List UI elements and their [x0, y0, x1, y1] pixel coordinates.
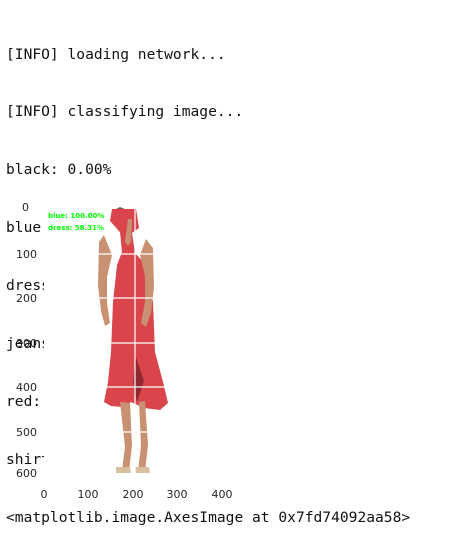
- x-tick-400: 400: [212, 488, 233, 501]
- y-tick-300: 300: [16, 337, 37, 350]
- overlay-prediction-dress: dress: 58.31%: [48, 224, 104, 232]
- x-tick-0: 0: [41, 488, 48, 501]
- console-line-3: black: 0.00%: [6, 161, 112, 179]
- x-tick-300: 300: [167, 488, 188, 501]
- console-line-2: [INFO] classifying image...: [6, 103, 244, 121]
- y-tick-100: 100: [16, 248, 37, 261]
- y-tick-200: 200: [16, 292, 37, 305]
- x-tick-200: 200: [123, 488, 144, 501]
- left-shoe: [116, 467, 131, 473]
- right-shoe: [135, 467, 150, 473]
- x-tick-100: 100: [78, 488, 99, 501]
- y-tick-600: 600: [16, 467, 37, 480]
- y-tick-500: 500: [16, 426, 37, 439]
- image-axes: blue: 100.00% dress: 58.31% 0 100 200 30…: [16, 201, 233, 501]
- y-tick-0: 0: [22, 201, 29, 214]
- matplotlib-figure: blue: 100.00% dress: 58.31% 0 100 200 30…: [0, 197, 460, 521]
- overlay-prediction-blue: blue: 100.00%: [48, 212, 104, 220]
- console-line-1: [INFO] loading network...: [6, 45, 226, 63]
- y-tick-400: 400: [16, 381, 37, 394]
